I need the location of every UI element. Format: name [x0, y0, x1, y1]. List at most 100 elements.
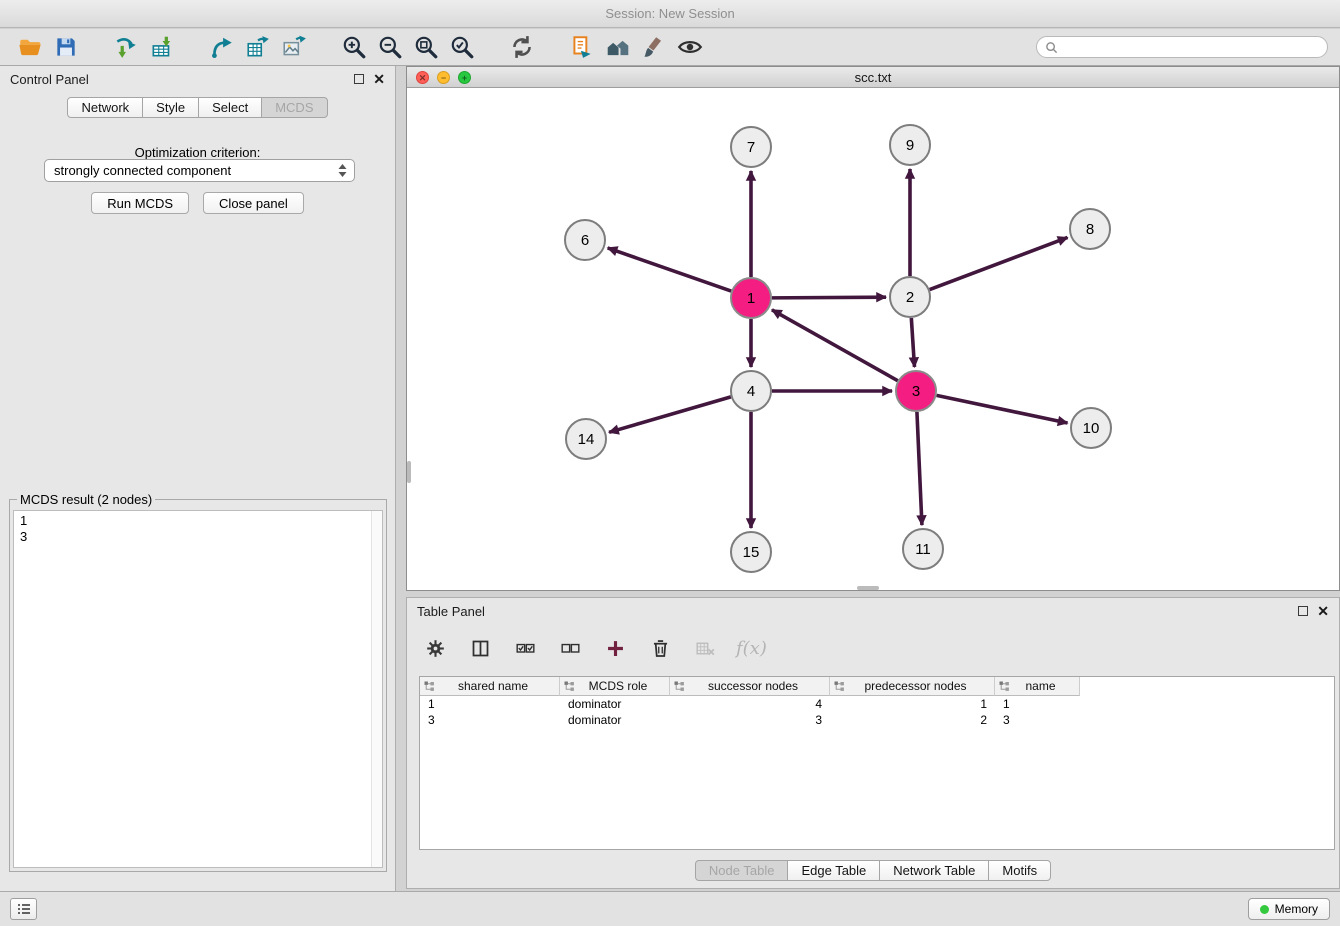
- column-hierarchy-icon: [424, 681, 435, 692]
- tab-network[interactable]: Network: [67, 97, 143, 118]
- import-network-button[interactable]: [108, 32, 144, 62]
- table-cell[interactable]: 1: [420, 696, 560, 712]
- copy-document-button[interactable]: [564, 32, 600, 62]
- network-canvas[interactable]: 1 2 3 4 6 7 8 9 10 11 14 15: [407, 88, 1339, 590]
- traffic-lights: ✕ − +: [416, 71, 471, 84]
- table-cell[interactable]: 4: [670, 696, 830, 712]
- result-scrollbar[interactable]: [371, 511, 382, 867]
- table-cell[interactable]: 2: [830, 712, 995, 728]
- mcds-result-title: MCDS result (2 nodes): [17, 492, 155, 507]
- vertical-scrollbar[interactable]: [407, 461, 411, 483]
- node-label: 8: [1086, 221, 1094, 238]
- tab-select[interactable]: Select: [198, 97, 262, 118]
- column-header-successor-nodes[interactable]: successor nodes: [670, 677, 830, 696]
- network-window-titlebar[interactable]: ✕ − + scc.txt: [407, 67, 1339, 88]
- search-input[interactable]: [1062, 40, 1319, 54]
- node-9[interactable]: 9: [890, 125, 930, 165]
- deselect-all-button[interactable]: [556, 634, 584, 662]
- node-1[interactable]: 1: [731, 278, 771, 318]
- edge-2-8[interactable]: [930, 237, 1068, 289]
- save-session-button[interactable]: [48, 32, 84, 62]
- column-header-shared-name[interactable]: shared name: [420, 677, 560, 696]
- node-4[interactable]: 4: [731, 371, 771, 411]
- table-cell[interactable]: 3: [995, 712, 1080, 728]
- table-row[interactable]: 1dominator411: [420, 696, 1334, 712]
- edge-1-2[interactable]: [772, 297, 886, 298]
- horizontal-scrollbar[interactable]: [857, 586, 879, 590]
- table-cell[interactable]: 1: [995, 696, 1080, 712]
- network-graph: 1 2 3 4 6 7 8 9 10 11 14 15: [407, 88, 1339, 590]
- column-header-name[interactable]: name: [995, 677, 1080, 696]
- refresh-layout-button[interactable]: [504, 32, 540, 62]
- node-7[interactable]: 7: [731, 127, 771, 167]
- select-all-icon: [515, 638, 536, 659]
- run-mcds-button[interactable]: Run MCDS: [91, 192, 189, 214]
- table-tab-node-table[interactable]: Node Table: [695, 860, 789, 881]
- export-network-icon: [209, 34, 235, 60]
- eye-button[interactable]: [672, 32, 708, 62]
- column-layout-button[interactable]: [466, 634, 494, 662]
- tab-mcds[interactable]: MCDS: [261, 97, 327, 118]
- node-label: 1: [747, 290, 755, 307]
- table-cell[interactable]: 3: [420, 712, 560, 728]
- node-8[interactable]: 8: [1070, 209, 1110, 249]
- close-panel-button[interactable]: Close panel: [203, 192, 304, 214]
- close-window-icon[interactable]: ✕: [416, 71, 429, 84]
- edge-2-3[interactable]: [911, 318, 914, 367]
- panel-list-button[interactable]: [10, 898, 37, 920]
- export-network-button[interactable]: [204, 32, 240, 62]
- node-3[interactable]: 3: [896, 371, 936, 411]
- home-button[interactable]: [600, 32, 636, 62]
- chevron-updown-icon: [338, 164, 347, 177]
- column-header-predecessor-nodes[interactable]: predecessor nodes: [830, 677, 995, 696]
- zoom-in-button[interactable]: [336, 32, 372, 62]
- table-cell[interactable]: 3: [670, 712, 830, 728]
- search-box[interactable]: [1036, 36, 1328, 58]
- table-row[interactable]: 3dominator323: [420, 712, 1334, 728]
- node-15[interactable]: 15: [731, 532, 771, 572]
- close-table-panel-icon[interactable]: ✕: [1317, 605, 1329, 617]
- table-cell[interactable]: dominator: [560, 712, 670, 728]
- float-panel-icon[interactable]: [354, 74, 364, 84]
- close-panel-icon[interactable]: ✕: [373, 73, 385, 85]
- select-all-button[interactable]: [511, 634, 539, 662]
- table-cell[interactable]: 1: [830, 696, 995, 712]
- edge-1-6[interactable]: [608, 248, 732, 291]
- table-panel-title: Table Panel: [417, 604, 485, 619]
- add-column-button[interactable]: [601, 634, 629, 662]
- zoom-fit-icon: [413, 34, 439, 60]
- optimization-select[interactable]: strongly connected component: [44, 159, 355, 182]
- edge-4-14[interactable]: [609, 397, 731, 432]
- table-tab-edge-table[interactable]: Edge Table: [787, 860, 880, 881]
- edge-3-10[interactable]: [937, 395, 1068, 423]
- export-table-button[interactable]: [240, 32, 276, 62]
- tab-style[interactable]: Style: [142, 97, 199, 118]
- refresh-layout-icon: [509, 34, 535, 60]
- delete-column-button[interactable]: [646, 634, 674, 662]
- table-tab-motifs[interactable]: Motifs: [988, 860, 1051, 881]
- edge-3-11[interactable]: [917, 412, 922, 525]
- node-10[interactable]: 10: [1071, 408, 1111, 448]
- gear-button[interactable]: [421, 634, 449, 662]
- import-table-button[interactable]: [144, 32, 180, 62]
- node-6[interactable]: 6: [565, 220, 605, 260]
- zoom-selected-button[interactable]: [444, 32, 480, 62]
- column-header-mcds-role[interactable]: MCDS role: [560, 677, 670, 696]
- edge-3-1[interactable]: [772, 310, 898, 381]
- node-11[interactable]: 11: [903, 529, 943, 569]
- column-hierarchy-icon: [674, 681, 685, 692]
- zoom-out-button[interactable]: [372, 32, 408, 62]
- minimize-window-icon[interactable]: −: [437, 71, 450, 84]
- export-image-button[interactable]: [276, 32, 312, 62]
- memory-button[interactable]: Memory: [1248, 898, 1330, 920]
- style-brush-button[interactable]: [636, 32, 672, 62]
- zoom-fit-button[interactable]: [408, 32, 444, 62]
- maximize-window-icon[interactable]: +: [458, 71, 471, 84]
- table-tab-network-table[interactable]: Network Table: [879, 860, 989, 881]
- node-2[interactable]: 2: [890, 277, 930, 317]
- open-session-button[interactable]: [12, 32, 48, 62]
- deselect-all-icon: [560, 638, 581, 659]
- table-cell[interactable]: dominator: [560, 696, 670, 712]
- float-table-panel-icon[interactable]: [1298, 606, 1308, 616]
- node-14[interactable]: 14: [566, 419, 606, 459]
